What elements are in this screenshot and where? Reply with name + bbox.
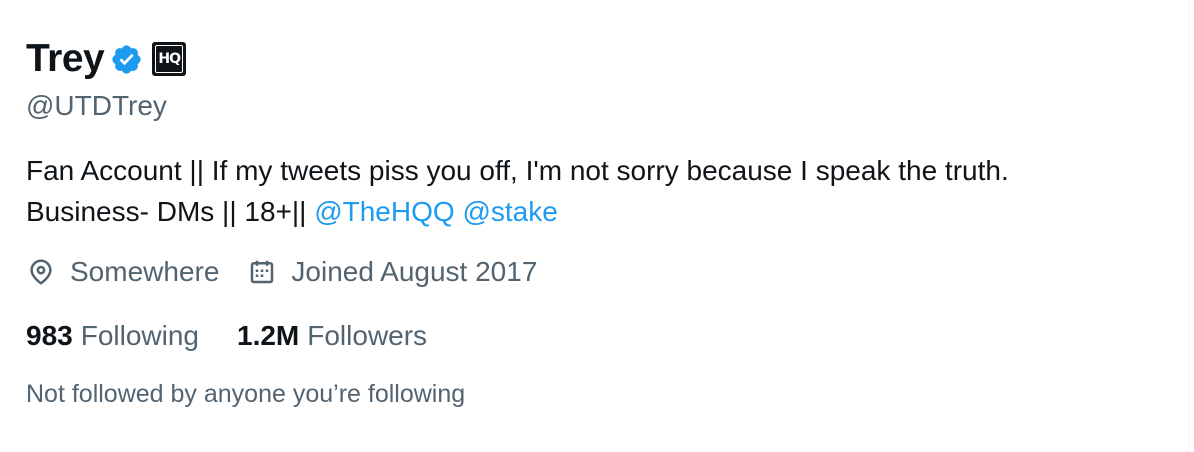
bio: Fan Account || If my tweets piss you off… [26,150,1009,232]
following-count: 983 [26,320,73,351]
affiliate-badge[interactable]: HQ [152,42,187,76]
bio-line-1: Fan Account || If my tweets piss you off… [26,155,1009,186]
panel-divider [1188,0,1189,452]
location-pin-icon [30,259,52,285]
followers-link[interactable]: 1.2M Followers [237,317,427,355]
display-name[interactable]: Trey [26,34,105,84]
bio-line-2-text: Business- DMs || 18+|| [26,196,315,227]
joined-date: Joined August 2017 [291,256,538,287]
location-text: Somewhere [70,256,220,287]
followed-by-note: Not followed by anyone you’re following [26,380,466,408]
bio-line-2: Business- DMs || 18+|| @TheHQQ @stake [26,191,1009,232]
verified-badge-icon[interactable] [110,43,143,76]
following-label: Following [80,320,199,351]
user-handle: @UTDTrey [26,90,167,121]
mention-link-stake[interactable]: @stake [462,196,557,227]
following-link[interactable]: 983 Following [26,317,199,355]
affiliate-badge-logo: HQ [155,45,184,73]
name-row: Trey HQ [26,34,187,84]
followers-label: Followers [307,320,428,351]
mention-link-thehqq[interactable]: @TheHQQ [314,196,454,227]
location-item: Somewhere [26,252,219,292]
joined-item: Joined August 2017 [247,252,537,292]
followers-count: 1.2M [237,320,300,351]
profile-meta: Somewhere Joined August 2017 [26,252,537,292]
calendar-icon [251,260,274,284]
follow-stats: 983 Following 1.2M Followers [26,317,427,355]
